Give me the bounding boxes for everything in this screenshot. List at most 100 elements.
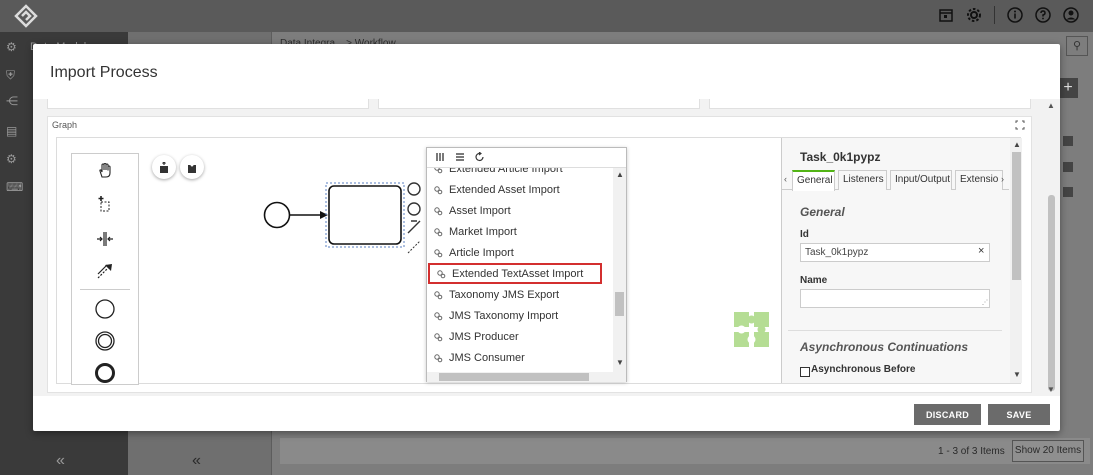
row-action-icon[interactable] xyxy=(1063,162,1073,172)
top-card xyxy=(709,99,1031,109)
top-card xyxy=(47,99,369,109)
page-size-select[interactable]: Show 20 Items xyxy=(1012,440,1084,462)
row-action-icon[interactable] xyxy=(1063,136,1073,146)
popup-scrollbar[interactable]: ▲ ▼ xyxy=(613,168,626,372)
menu-item[interactable]: JMS Consumer xyxy=(427,347,613,368)
search-icon[interactable]: ⚲ xyxy=(1066,36,1088,56)
scroll-thumb[interactable] xyxy=(439,373,589,381)
import-process-modal: Import Process Graph Extended Article Im… xyxy=(33,44,1060,431)
section-general[interactable]: General xyxy=(800,205,845,219)
gears-icon xyxy=(433,185,443,195)
gears-icon xyxy=(433,168,443,174)
document-icon[interactable]: ▤ xyxy=(6,124,26,144)
palette-divider xyxy=(80,289,130,290)
add-button[interactable]: + xyxy=(1058,78,1078,98)
lasso-tool-icon[interactable] xyxy=(72,190,138,220)
modal-body: Graph Extended Article Import Extended A… xyxy=(33,99,1060,396)
scroll-down-icon[interactable]: ▼ xyxy=(1013,370,1021,379)
scroll-thumb[interactable] xyxy=(615,292,624,316)
shield-icon[interactable]: ⛨ xyxy=(6,68,26,88)
settings-icon[interactable]: ⚙ xyxy=(6,152,26,172)
modal-scrollbar[interactable]: ▲ ▼ xyxy=(1046,99,1057,396)
gears-icon xyxy=(433,311,443,321)
id-label: Id xyxy=(800,229,809,240)
process-diagram[interactable] xyxy=(262,178,432,268)
gears-icon xyxy=(433,332,443,342)
columns-icon[interactable] xyxy=(435,151,445,165)
scroll-up-icon[interactable]: ▲ xyxy=(1013,140,1021,149)
popup-hscrollbar[interactable] xyxy=(427,372,626,382)
async-before-checkbox[interactable] xyxy=(800,367,810,377)
data-model-icon[interactable]: ⚙ xyxy=(6,40,26,60)
name-label: Name xyxy=(800,275,828,286)
import-diagram-icon[interactable] xyxy=(152,155,176,179)
menu-item-label: JMS Consumer xyxy=(449,351,525,364)
name-field[interactable] xyxy=(800,289,990,308)
tab-input-output[interactable]: Input/Output xyxy=(890,170,952,190)
scroll-thumb[interactable] xyxy=(1012,152,1021,280)
menu-item-highlighted[interactable]: Extended TextAsset Import xyxy=(428,263,602,284)
workflow-icon[interactable]: ⋲ xyxy=(6,94,26,114)
clear-icon[interactable]: × xyxy=(978,245,984,257)
menu-item[interactable]: Extended Asset Import xyxy=(427,179,613,200)
export-diagram-icon[interactable] xyxy=(180,155,204,179)
popup-header xyxy=(427,148,626,168)
gears-icon xyxy=(433,353,443,363)
scroll-thumb[interactable] xyxy=(1048,195,1055,391)
scroll-down-icon[interactable]: ▼ xyxy=(616,358,624,367)
menu-item[interactable]: JMS Producer xyxy=(427,326,613,347)
collapse-panel-icon[interactable]: « xyxy=(192,452,201,470)
user-avatar-icon[interactable] xyxy=(1061,5,1081,25)
info-icon[interactable] xyxy=(1005,5,1025,25)
section-async[interactable]: Asynchronous Continuations xyxy=(800,340,968,354)
tab-prev-icon[interactable]: ‹ xyxy=(784,174,787,184)
menu-item-label: JMS Taxonomy Import xyxy=(449,309,559,322)
gears-icon xyxy=(433,248,443,258)
tab-listeners[interactable]: Listeners xyxy=(838,170,887,190)
start-event-icon[interactable] xyxy=(72,294,138,324)
scroll-up-icon[interactable]: ▲ xyxy=(1047,101,1055,110)
top-card xyxy=(378,99,700,109)
connect-tool-icon[interactable] xyxy=(72,256,138,286)
save-button[interactable]: SAVE xyxy=(988,404,1050,425)
discard-button[interactable]: DISCARD xyxy=(914,404,981,425)
space-tool-icon[interactable] xyxy=(72,224,138,254)
divider xyxy=(994,6,995,24)
menu-item[interactable]: Asset Import xyxy=(427,200,613,221)
gear-icon[interactable] xyxy=(964,5,984,25)
menu-item[interactable]: JMS Taxonomy Import xyxy=(427,305,613,326)
calendar-icon[interactable] xyxy=(936,5,956,25)
app-logo-icon xyxy=(14,4,38,28)
resize-handle-icon[interactable]: ⋰ xyxy=(982,299,988,306)
scroll-down-icon[interactable]: ▼ xyxy=(1047,385,1055,394)
id-field[interactable]: Task_0k1pypz xyxy=(800,243,990,262)
collapse-sidebar-icon[interactable]: « xyxy=(56,452,65,470)
fullscreen-icon[interactable] xyxy=(1015,120,1025,130)
menu-item[interactable]: Extended Article Import xyxy=(427,168,613,179)
bpmn-canvas[interactable]: Extended Article Import Extended Asset Im… xyxy=(56,137,1022,385)
item-count: 1 - 3 of 3 Items xyxy=(938,446,1005,457)
tab-extensions[interactable]: Extensio xyxy=(955,170,1003,190)
divider xyxy=(788,330,1002,331)
properties-scrollbar[interactable]: ▲ ▼ xyxy=(1010,138,1022,383)
help-icon[interactable] xyxy=(1033,5,1053,25)
scroll-up-icon[interactable]: ▲ xyxy=(616,170,624,179)
menu-item-label: Taxonomy JMS Export xyxy=(449,288,560,301)
loop-icon[interactable] xyxy=(475,151,485,165)
properties-tabs: ‹ General Listeners Input/Output Extensi… xyxy=(782,170,1009,191)
tab-next-icon[interactable]: › xyxy=(1001,174,1004,184)
hand-tool-icon[interactable] xyxy=(72,156,138,186)
menu-item[interactable]: Market Import xyxy=(427,221,613,242)
replace-element-menu: Extended Article Import Extended Asset Im… xyxy=(426,147,627,382)
menu-item[interactable]: Taxonomy JMS Export xyxy=(427,284,613,305)
tab-general[interactable]: General xyxy=(792,170,835,191)
list-icon[interactable] xyxy=(455,151,465,165)
end-event-icon[interactable] xyxy=(72,358,138,388)
translate-icon[interactable]: ⌨ xyxy=(6,180,26,200)
gears-icon xyxy=(433,227,443,237)
row-action-icon[interactable] xyxy=(1063,187,1073,197)
intermediate-event-icon[interactable] xyxy=(72,326,138,356)
gears-icon xyxy=(433,206,443,216)
menu-item[interactable]: Article Import xyxy=(427,242,613,263)
modal-title: Import Process xyxy=(50,64,158,81)
